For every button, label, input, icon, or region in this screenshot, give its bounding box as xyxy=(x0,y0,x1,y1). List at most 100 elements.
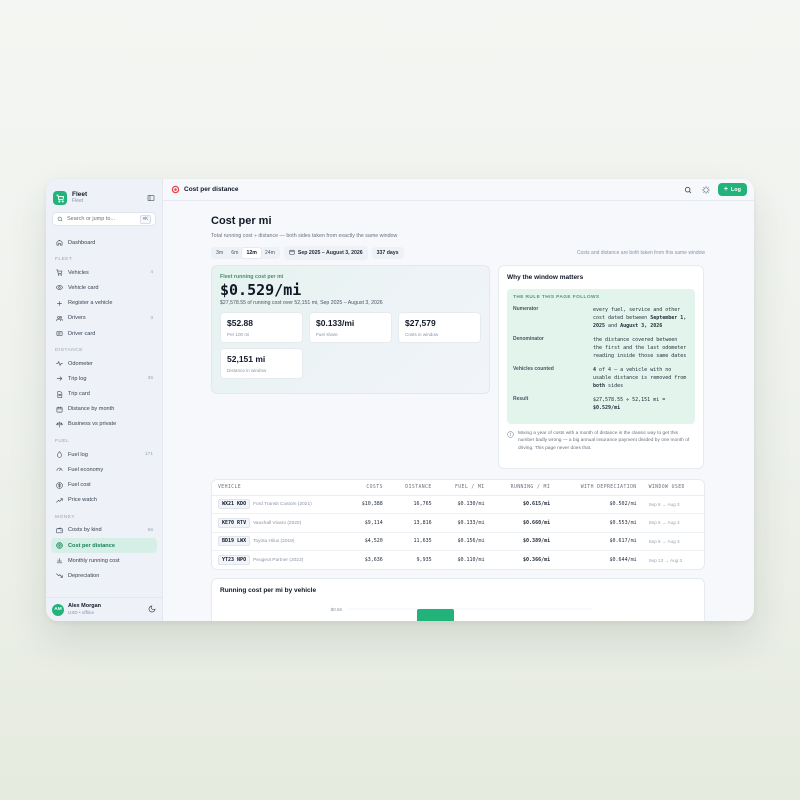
sidebar-item-dashboard[interactable]: Dashboard xyxy=(51,235,157,250)
sidebar-item-label: Monthly running cost xyxy=(68,557,120,564)
home-icon xyxy=(55,239,63,247)
wallet-icon xyxy=(55,526,63,534)
sidebar-item-label: Price watch xyxy=(68,497,97,504)
sidebar-item-register-a-vehicle[interactable]: Register a vehicle xyxy=(51,296,157,311)
bar-chart: $0.66 xyxy=(331,607,592,621)
vehicle-table: VEHICLE COSTS DISTANCE FUEL / MI RUNNING / M… xyxy=(211,479,705,570)
sidebar-item-distance-by-month[interactable]: Distance by month xyxy=(51,402,157,417)
rule-value-part: of 4 — a vehicle with no usable distance… xyxy=(593,367,687,381)
sidebar-item-odometer[interactable]: Odometer xyxy=(51,356,157,371)
document-icon xyxy=(55,390,63,398)
sidebar-item-depreciation[interactable]: Depreciation xyxy=(51,568,157,583)
sidebar-item-vehicles[interactable]: Vehicles 4 xyxy=(51,265,157,280)
range-option-24m[interactable]: 24m xyxy=(261,248,279,258)
sidebar-item-drivers[interactable]: Drivers 3 xyxy=(51,311,157,326)
with-depreciation-cell: $0.617/mi xyxy=(556,532,643,551)
range-option-3m[interactable]: 3m xyxy=(212,248,227,258)
table-row[interactable]: BD19 LWX Toyota Hilux (2019) $4,520 11,635 $… xyxy=(212,532,704,551)
trend-down-icon xyxy=(55,572,63,580)
stat-card: 52,151 mi Distance in window xyxy=(220,348,303,379)
sidebar-item-business-vs-private[interactable]: Business vs private xyxy=(51,417,157,432)
info-icon xyxy=(507,430,515,452)
plate-badge: WX21 KDO xyxy=(218,499,251,510)
rule-box: THE RULE THIS PAGE FOLLOWS Numerator ever… xyxy=(507,289,695,424)
sidebar-item-fuel-log[interactable]: Fuel log 171 xyxy=(51,447,157,462)
bar-ke70-rtv[interactable] xyxy=(417,609,454,621)
search-icon[interactable] xyxy=(682,184,694,196)
table-row[interactable]: YT23 NPO Peugeot Partner (2023) $3,636 9,93… xyxy=(212,551,704,570)
column-header[interactable]: COSTS xyxy=(346,480,389,496)
sidebar-item-label: Odometer xyxy=(68,360,93,367)
sidebar-item-count: 3 xyxy=(150,315,153,321)
user-bar: AM Alex Morgan USD • offline xyxy=(46,597,162,621)
sidebar-item-costs-by-kind[interactable]: Costs by kind 56 xyxy=(51,523,157,538)
nav-section-title: MONEY xyxy=(55,514,76,520)
plus-icon xyxy=(55,299,63,307)
table-row[interactable]: KE70 RTV Vauxhall Vivaro (2020) $9,114 13,8… xyxy=(212,513,704,533)
log-button-label: Log xyxy=(730,186,741,193)
sidebar-item-label: Register a vehicle xyxy=(68,300,113,307)
stat-value: 52,151 mi xyxy=(227,354,266,364)
costs-cell: $9,114 xyxy=(346,513,389,533)
fuel-per-mi-cell: $0.130/mi xyxy=(437,495,491,514)
range-option-6m[interactable]: 6m xyxy=(227,248,242,258)
sidebar-item-trip-log[interactable]: Trip log 36 xyxy=(51,371,157,386)
range-option-12m[interactable]: 12m xyxy=(242,248,261,258)
rule-value-part: the distance covered between the first a… xyxy=(593,337,687,359)
sidebar-nav: Dashboard FLEET Vehicles 4 Vehicle card Regis… xyxy=(46,235,162,584)
chart-title: Running cost per mi by vehicle xyxy=(220,587,317,594)
stat-card: $0.133/mi Fuel share xyxy=(309,312,392,343)
nav-section-title: FUEL xyxy=(55,439,70,445)
users-icon xyxy=(55,314,63,322)
activity-icon xyxy=(55,360,63,368)
table-row[interactable]: WX21 KDO Ford Transit Custom (2021) $10,38… xyxy=(212,495,704,514)
column-header[interactable]: WITH DEPRECIATION xyxy=(556,480,643,496)
plus-icon: + xyxy=(723,186,728,193)
scale-icon xyxy=(55,420,63,428)
date-range-picker[interactable]: Sep 2025 – August 3, 2026 xyxy=(283,246,368,260)
range-selector: 3m 6m 12m 24m xyxy=(211,247,280,259)
sidebar-item-trip-card[interactable]: Trip card xyxy=(51,387,157,402)
column-header[interactable]: FUEL / MI xyxy=(437,480,491,496)
sidebar-item-fuel-economy[interactable]: Fuel economy xyxy=(51,462,157,477)
sidebar-item-label: Vehicles xyxy=(68,269,89,276)
stat-label: Fuel share xyxy=(316,332,338,337)
nav-section-title: FLEET xyxy=(55,257,73,263)
topbar-title: Cost per distance xyxy=(184,186,239,193)
sidebar-item-label: Trip log xyxy=(68,375,87,382)
sidebar-item-vehicle-card[interactable]: Vehicle card xyxy=(51,280,157,295)
stat-label: Per 100 mi xyxy=(227,332,250,337)
sidebar-item-label: Fuel log xyxy=(68,451,88,458)
sidebar-item-label: Distance by month xyxy=(68,406,115,413)
stat-label: Costs in window xyxy=(405,332,439,337)
column-header[interactable]: DISTANCE xyxy=(388,480,438,496)
sidebar-item-label: Dashboard xyxy=(68,239,96,246)
moon-icon[interactable] xyxy=(148,605,156,615)
sidebar-item-fuel-cost[interactable]: Fuel cost xyxy=(51,477,157,492)
sidebar-item-price-watch[interactable]: Price watch xyxy=(51,493,157,508)
gauge-icon xyxy=(55,466,63,474)
sidebar-item-monthly-running-cost[interactable]: Monthly running cost xyxy=(51,553,157,568)
sidebar-item-driver-card[interactable]: Driver card xyxy=(51,326,157,341)
plate-badge: YT23 NPO xyxy=(218,555,251,565)
fuel-per-mi-cell: $0.156/mi xyxy=(437,532,491,551)
why-card: Why the window matters THE RULE THIS PAG… xyxy=(498,265,704,469)
rule-value-part: and xyxy=(605,323,621,329)
topbar: Cost per distance + Log xyxy=(163,179,754,201)
column-header[interactable]: WINDOW USED xyxy=(642,480,704,496)
plate-badge: KE70 RTV xyxy=(218,517,251,528)
rule-key: Numerator xyxy=(513,306,539,312)
search-input[interactable]: Search or jump to... ⌘K xyxy=(52,212,156,226)
sidebar-item-count: 56 xyxy=(147,527,153,533)
log-button[interactable]: + Log xyxy=(717,183,747,196)
sidebar-toggle-icon[interactable] xyxy=(146,193,156,203)
column-header[interactable]: RUNNING / MI xyxy=(490,480,557,496)
column-header[interactable]: VEHICLE xyxy=(212,480,347,496)
sidebar-item-label: Vehicle card xyxy=(68,284,99,291)
sidebar-item-cost-per-distance[interactable]: Cost per distance xyxy=(51,538,157,554)
loader-icon[interactable] xyxy=(700,184,712,196)
rule-value: 4 of 4 — a vehicle with no usable distan… xyxy=(593,366,689,390)
rule-row: Numerator every fuel, service and other c… xyxy=(513,306,689,330)
rule-row: Denominator the distance covered between … xyxy=(513,336,689,360)
avatar[interactable]: AM xyxy=(52,603,64,616)
